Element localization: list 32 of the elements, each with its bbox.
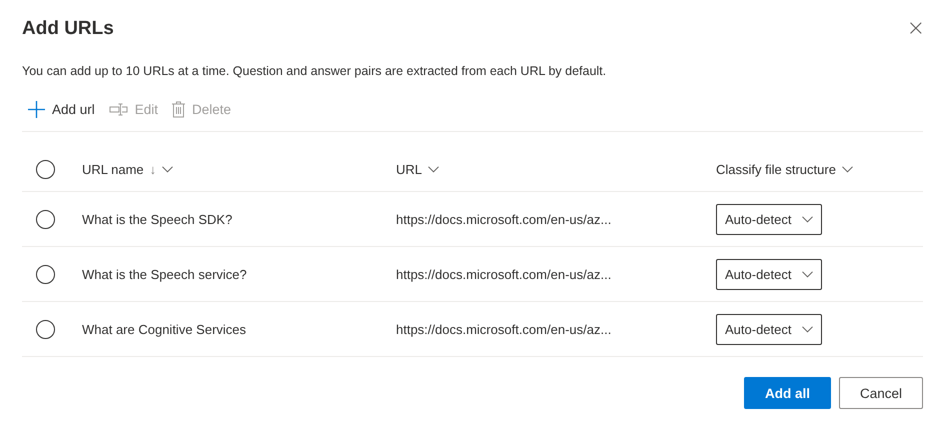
chevron-down-icon [162, 166, 174, 172]
row-radio[interactable] [36, 264, 55, 284]
chevron-down-icon [842, 166, 853, 172]
row-radio[interactable] [36, 210, 55, 228]
add-button[interactable]: Add url [28, 101, 95, 118]
chevron-down-icon [802, 270, 812, 278]
structure-dropdown[interactable]: Auto-detect [716, 204, 822, 234]
sort-arrow: ↓ [150, 162, 156, 176]
chevron-down-icon [802, 326, 812, 332]
column-header[interactable]: URL name [82, 162, 144, 176]
url-cell: https://docs.microsoft.com/en-us/az... [396, 322, 612, 336]
chevron-down-icon [428, 166, 440, 172]
rename-icon [108, 103, 128, 116]
plus-icon [28, 101, 45, 118]
row-radio[interactable] [36, 320, 55, 338]
structure-dropdown[interactable]: Auto-detect [716, 314, 822, 344]
description-text: You can add up to 10 URLs at a time. Question and answer pairs are extracted from each URL by default. [22, 64, 608, 78]
trash-icon [172, 101, 186, 118]
structure-dropdown[interactable]: Auto-detect [716, 258, 822, 290]
column-header[interactable]: Classify file structure [716, 162, 836, 176]
select-all-radio[interactable] [36, 160, 55, 178]
cancel-button[interactable]: Cancel [839, 377, 923, 409]
url-cell: https://docs.microsoft.com/en-us/az... [396, 266, 612, 282]
close-button[interactable]: × [906, 19, 925, 39]
chevron-down-icon [802, 216, 812, 222]
url-name-cell: What is the Speech service? [82, 266, 247, 282]
url-name-cell: What is the Speech SDK? [82, 212, 232, 226]
add-all-button[interactable]: Add all [744, 377, 831, 409]
url-cell: https://docs.microsoft.com/en-us/az... [396, 212, 612, 226]
url-name-cell: What are Cognitive Services [82, 322, 246, 336]
column-header[interactable]: URL [396, 162, 422, 176]
dialog-title: Add URLs [22, 18, 114, 40]
